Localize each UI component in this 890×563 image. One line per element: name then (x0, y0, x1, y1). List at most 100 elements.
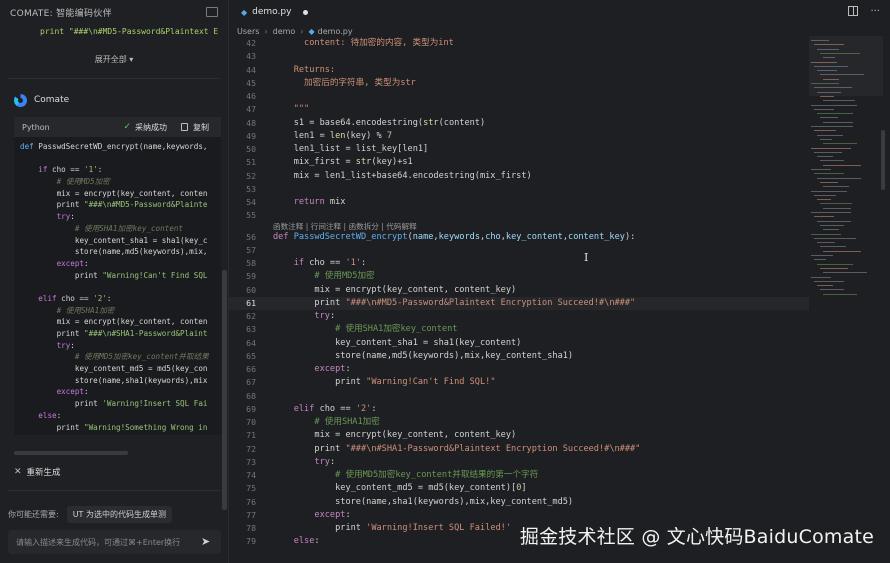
minimap-line (814, 237, 856, 239)
code-token: print (74, 270, 103, 280)
layout-icon[interactable] (206, 7, 218, 17)
code-line[interactable]: 72 print "###\n#SHA1-Password&Plaintext … (229, 443, 809, 456)
code-line[interactable]: 74 # 使用MD5加密key_content并取结果的第一个字符 (229, 469, 809, 482)
breadcrumb-item[interactable]: demo (273, 27, 296, 36)
code-line[interactable]: 42 content: 待加密的内容, 类型为int (229, 37, 809, 50)
chevron-right-icon: › (264, 26, 268, 36)
code-line[interactable]: 67 print "Warning!Can't Find SQL!" (229, 376, 809, 389)
code-card-line: elif cho == '2': (20, 293, 221, 305)
code-line[interactable]: 59 # 使用MD5加密 (229, 270, 809, 283)
code-line[interactable]: 58 if cho == '1': (229, 257, 809, 270)
tab-demo-py[interactable]: ◆ demo.py (235, 0, 314, 24)
code-line[interactable]: 66 except: (229, 363, 809, 376)
line-text: key_content_md5 = md5(key_content)[0] (273, 482, 526, 495)
accept-button[interactable]: ✓ 采纳成功 (123, 122, 167, 133)
minimap-line (817, 263, 853, 265)
line-number: 70 (246, 417, 256, 427)
code-token: name (412, 231, 434, 242)
line-number: 69 (246, 403, 256, 414)
line-text: try: (273, 456, 335, 469)
line-number: 57 (246, 244, 256, 255)
code-token: (key)+s1 (371, 157, 413, 168)
code-line[interactable]: 69 elif cho == '2': (229, 403, 809, 416)
code-token: if (38, 165, 53, 175)
code-token: : (97, 165, 103, 175)
code-card-hscrollbar[interactable] (14, 451, 128, 455)
code-line[interactable]: 52 mix = len1_list+base64.encodestring(m… (229, 170, 809, 183)
line-number: 53 (246, 183, 256, 194)
split-editor-icon[interactable] (848, 6, 859, 16)
regenerate-button[interactable]: ✕ 重新生成 (14, 466, 61, 478)
line-text: else: (273, 535, 320, 548)
prompt-input-box: ➤ (8, 530, 221, 554)
minimap[interactable] (809, 36, 883, 306)
minimap-line (823, 78, 839, 80)
code-line[interactable]: 68 (229, 390, 809, 403)
code-line[interactable]: 54 return mix (229, 196, 809, 209)
line-number: 55 (246, 210, 256, 221)
code-line[interactable]: 44 Returns: (229, 64, 809, 77)
codelens-actions[interactable]: 函数注释 | 行间注释 | 函数拆分 | 代码解释 (273, 221, 417, 232)
code-line[interactable]: 64 key_content_sha1 = sha1(key_content) (229, 337, 809, 350)
expand-all-button[interactable]: 展开全部 ▾ (0, 54, 228, 68)
panel-scrollbar[interactable] (222, 270, 227, 510)
code-line[interactable]: 46 (229, 90, 809, 103)
minimap-line (814, 194, 836, 196)
code-card-line: # 使用MD5加密key_content并取结果 (20, 351, 221, 363)
unsaved-dot-icon[interactable] (303, 9, 309, 15)
code-line[interactable]: 71 mix = encrypt(key_content, content_ke… (229, 429, 809, 442)
code-line[interactable]: 53 (229, 183, 809, 196)
copy-button[interactable]: 复制 (181, 122, 209, 133)
minimap-line (811, 83, 839, 84)
code-line[interactable]: 50 len1_list = list_key[len1] (229, 143, 809, 156)
code-token: else (293, 536, 315, 547)
code-line[interactable]: 75 key_content_md5 = md5(key_content)[0] (229, 482, 809, 495)
breadcrumb-item[interactable]: Users (237, 27, 259, 36)
code-line[interactable]: 65 store(name,md5(keywords),mix,key_cont… (229, 350, 809, 363)
code-token: def (273, 231, 294, 242)
code-token: cho (485, 231, 501, 242)
code-line[interactable]: 57 (229, 244, 809, 257)
code-card-line (20, 281, 221, 293)
line-number: 60 (246, 284, 256, 295)
code-line[interactable]: 62 try: (229, 310, 809, 323)
line-number: 50 (246, 144, 256, 154)
minimap-line (811, 212, 851, 213)
code-line[interactable]: 45 加密后的字符串, 类型为str (229, 77, 809, 90)
breadcrumb-item[interactable]: demo.py (318, 27, 353, 36)
code-token: ): (624, 231, 636, 242)
code-token: : (70, 340, 75, 350)
editor-scrollbar[interactable] (881, 130, 885, 190)
code-line[interactable]: 77 except: (229, 509, 809, 522)
code-area[interactable]: 42 content: 待加密的内容, 类型为int 43 44 Returns: 4… (229, 37, 809, 549)
code-token: mix = encrypt(key_content, conten (56, 317, 208, 327)
code-line[interactable]: 51 mix_first = str(key)+s1 (229, 156, 809, 169)
code-line[interactable]: 63 # 使用SHA1加密key_content (229, 323, 809, 336)
code-card-line: except: (20, 258, 221, 270)
code-line[interactable]: 73 try: (229, 456, 809, 469)
code-line[interactable]: 48 s1 = base64.encodestring(str(content) (229, 117, 809, 130)
code-line[interactable]: 60 mix = encrypt(key_content, content_ke… (229, 284, 809, 297)
code-line[interactable]: 49 len1 = len(key) % 7 (229, 130, 809, 143)
line-text: print "Warning!Can't Find SQL!" (273, 376, 495, 389)
minimap-line (811, 126, 853, 127)
line-number: 63 (246, 324, 256, 335)
code-line[interactable]: 70 # 使用SHA1加密 (229, 416, 809, 429)
code-line[interactable]: 43 (229, 50, 809, 63)
line-text: 加密后的字符串, 类型为str (273, 77, 416, 90)
line-text: store(name,md5(keywords),mix,key_content… (273, 350, 573, 363)
code-line[interactable]: 61 print "###\n#MD5-Password&Plaintext E… (229, 296, 809, 310)
assistant-header: Comate (0, 89, 228, 111)
line-text: if cho == '1': (273, 257, 366, 270)
line-number: 66 (246, 364, 256, 374)
code-token: print (335, 523, 367, 533)
minimap-line (820, 181, 838, 183)
prompt-input[interactable] (16, 537, 201, 547)
comate-side-panel: COMATE: 智能编码伙伴 print "###\n#MD5-Password… (0, 0, 229, 563)
send-icon[interactable]: ➤ (201, 536, 213, 548)
more-actions-icon[interactable]: ··· (870, 6, 880, 17)
code-line[interactable]: 56 def PasswdSecretWD_encrypt(name,keywor… (229, 231, 809, 244)
suggestion-chip-unit-test[interactable]: UT 为选中的代码生成单测 (66, 506, 172, 523)
code-line[interactable]: 47 """ (229, 103, 809, 116)
code-line[interactable]: 76 store(name,sha1(keywords),mix,key_con… (229, 496, 809, 509)
